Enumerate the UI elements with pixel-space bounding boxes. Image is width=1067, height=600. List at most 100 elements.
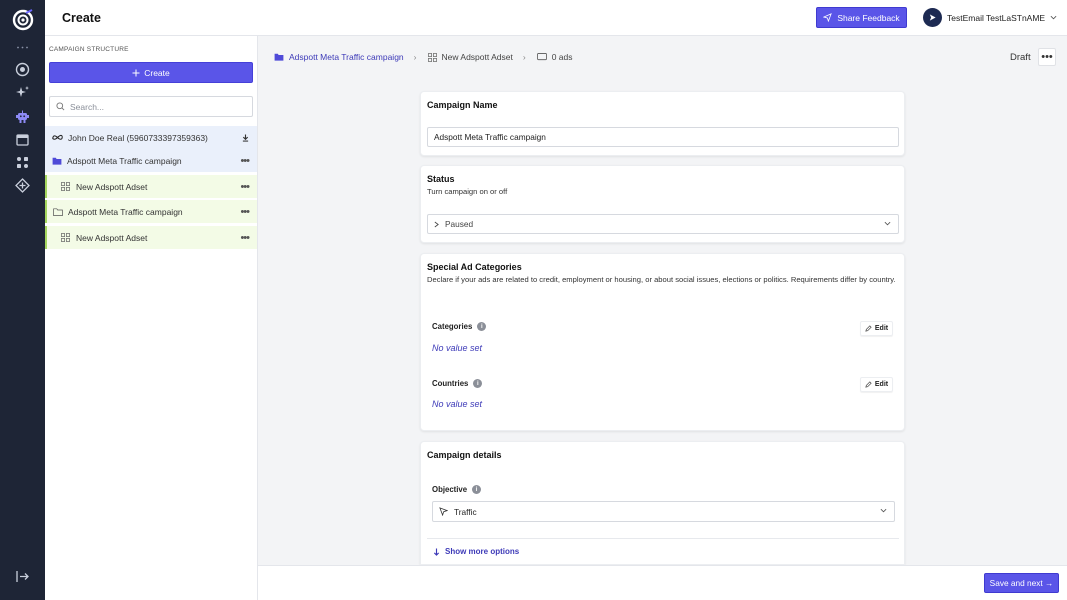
campaign-name-card: Campaign Name Adspott Meta Traffic campa…: [420, 91, 905, 156]
more-options-button[interactable]: •••: [1038, 48, 1056, 66]
edit-label: Edit: [874, 381, 889, 388]
info-icon[interactable]: i: [477, 322, 487, 331]
dashboard-icon[interactable]: [15, 62, 30, 77]
plus-icon: [132, 69, 140, 76]
breadcrumb-campaign[interactable]: Adspott Meta Traffic campaign: [274, 52, 404, 62]
breadcrumb-adset[interactable]: New Adspott Adset: [427, 52, 513, 62]
row-menu-icon[interactable]: •••: [240, 181, 250, 193]
breadcrumb-ads-label: 0 ads: [551, 52, 573, 62]
cursor-icon: [439, 507, 448, 516]
chevron-down-icon: [1050, 15, 1057, 20]
row-menu-icon[interactable]: •••: [240, 155, 250, 167]
status-card: Status Turn campaign on or off Paused: [420, 165, 905, 243]
show-more-label: Show more options: [445, 547, 520, 556]
campaign-details-title: Campaign details: [427, 450, 502, 460]
objective-label-text: Objective: [432, 485, 468, 494]
user-menu[interactable]: TestEmail TestLaSTnAME: [923, 8, 1057, 27]
breadcrumb-adset-label: New Adspott Adset: [441, 52, 513, 62]
breadcrumb-campaign-label: Adspott Meta Traffic campaign: [289, 52, 404, 62]
countries-label: Countries i: [432, 379, 483, 388]
adset-grid-icon: [427, 52, 437, 62]
campaign-details-card: Campaign details Objective i Traffic Sho…: [420, 441, 905, 565]
share-feedback-label: Share Feedback: [837, 12, 900, 23]
account-row[interactable]: John Doe Real (5960733397359363): [45, 126, 257, 149]
status-badge: Draft: [1010, 52, 1031, 63]
countries-edit-button[interactable]: Edit: [860, 377, 893, 392]
status-title: Status: [427, 174, 455, 184]
arrow-down-icon: [433, 548, 440, 556]
meta-icon: [52, 134, 63, 140]
page-title: Create: [62, 11, 101, 25]
categories-edit-button[interactable]: Edit: [860, 321, 893, 336]
apps-icon[interactable]: [15, 155, 30, 170]
tree-item-label: New Adspott Adset: [76, 232, 148, 243]
adset-grid-icon: [61, 182, 70, 191]
logo-icon[interactable]: [12, 9, 34, 31]
objective-select[interactable]: Traffic: [432, 501, 895, 522]
chevron-right-icon: ›: [522, 52, 526, 62]
info-icon[interactable]: i: [472, 485, 482, 494]
calendar-icon[interactable]: [15, 132, 30, 147]
integrations-icon[interactable]: [15, 178, 30, 193]
row-menu-icon[interactable]: •••: [240, 232, 250, 244]
create-button[interactable]: Create: [49, 62, 253, 83]
breadcrumb-ads[interactable]: 0 ads: [536, 52, 573, 62]
save-and-next-label: Save and next →: [989, 578, 1054, 588]
user-name: TestEmail TestLaSTnAME: [947, 12, 1046, 23]
edit-label: Edit: [874, 325, 889, 332]
search-placeholder: Search...: [70, 101, 105, 112]
special-ad-categories-card: Special Ad Categories Declare if your ad…: [420, 253, 905, 431]
special-ad-categories-title: Special Ad Categories: [427, 262, 522, 272]
adset-grid-icon: [61, 233, 70, 242]
tree-item-campaign[interactable]: Adspott Meta Traffic campaign •••: [45, 149, 257, 172]
status-select[interactable]: Paused: [427, 214, 899, 234]
folder-outline-icon: [53, 207, 63, 216]
tree-item-label: Adspott Meta Traffic campaign: [68, 206, 183, 217]
tree-item-campaign[interactable]: Adspott Meta Traffic campaign •••: [45, 200, 257, 223]
status-value: Paused: [445, 219, 474, 229]
show-more-options-link[interactable]: Show more options: [433, 547, 519, 556]
countries-value: No value set: [432, 399, 483, 409]
campaign-name-title: Campaign Name: [427, 100, 498, 110]
breadcrumb: Adspott Meta Traffic campaign › New Adsp…: [274, 52, 573, 62]
objective-label: Objective i: [432, 485, 482, 494]
pencil-icon: [865, 381, 872, 388]
folder-icon: [274, 53, 284, 61]
structure-heading: CAMPAIGN STRUCTURE: [49, 46, 129, 53]
countries-label-text: Countries: [432, 379, 469, 388]
campaign-structure-panel: CAMPAIGN STRUCTURE Create Search... John…: [45, 36, 258, 600]
create-label: Create: [144, 67, 170, 78]
avatar: [923, 8, 942, 27]
more-dots-icon[interactable]: [15, 40, 30, 55]
divider: [427, 538, 899, 539]
chevron-down-icon: [884, 221, 891, 226]
top-bar: Create Share Feedback TestEmail TestLaST…: [45, 0, 1067, 36]
categories-value: No value set: [432, 343, 483, 353]
search-input[interactable]: Search...: [49, 96, 253, 117]
icon-rail: [0, 0, 45, 600]
logout-icon[interactable]: [15, 569, 30, 584]
campaign-name-value: Adspott Meta Traffic campaign: [434, 132, 546, 142]
tree-item-label: New Adspott Adset: [76, 181, 148, 192]
categories-label-text: Categories: [432, 322, 473, 331]
sparkles-icon[interactable]: [15, 85, 30, 100]
tree-item-adset[interactable]: New Adspott Adset •••: [45, 226, 257, 249]
share-feedback-button[interactable]: Share Feedback: [816, 7, 907, 28]
pencil-icon: [865, 325, 872, 332]
chevron-right-icon: ›: [413, 52, 417, 62]
search-icon: [56, 102, 65, 111]
info-icon[interactable]: i: [473, 379, 483, 388]
objective-value: Traffic: [454, 506, 477, 517]
footer-bar: Save and next →: [258, 565, 1067, 600]
robot-icon[interactable]: [15, 109, 30, 124]
campaign-name-input[interactable]: Adspott Meta Traffic campaign: [427, 127, 899, 147]
ad-icon: [536, 53, 547, 61]
folder-icon: [52, 157, 62, 165]
tree-item-label: Adspott Meta Traffic campaign: [67, 155, 182, 166]
send-icon: [823, 13, 833, 22]
tree-item-adset[interactable]: New Adspott Adset •••: [45, 175, 257, 198]
save-and-next-button[interactable]: Save and next →: [984, 573, 1059, 593]
row-menu-icon[interactable]: •••: [240, 206, 250, 218]
download-icon[interactable]: [242, 134, 249, 142]
status-subtitle: Turn campaign on or off: [427, 187, 508, 196]
